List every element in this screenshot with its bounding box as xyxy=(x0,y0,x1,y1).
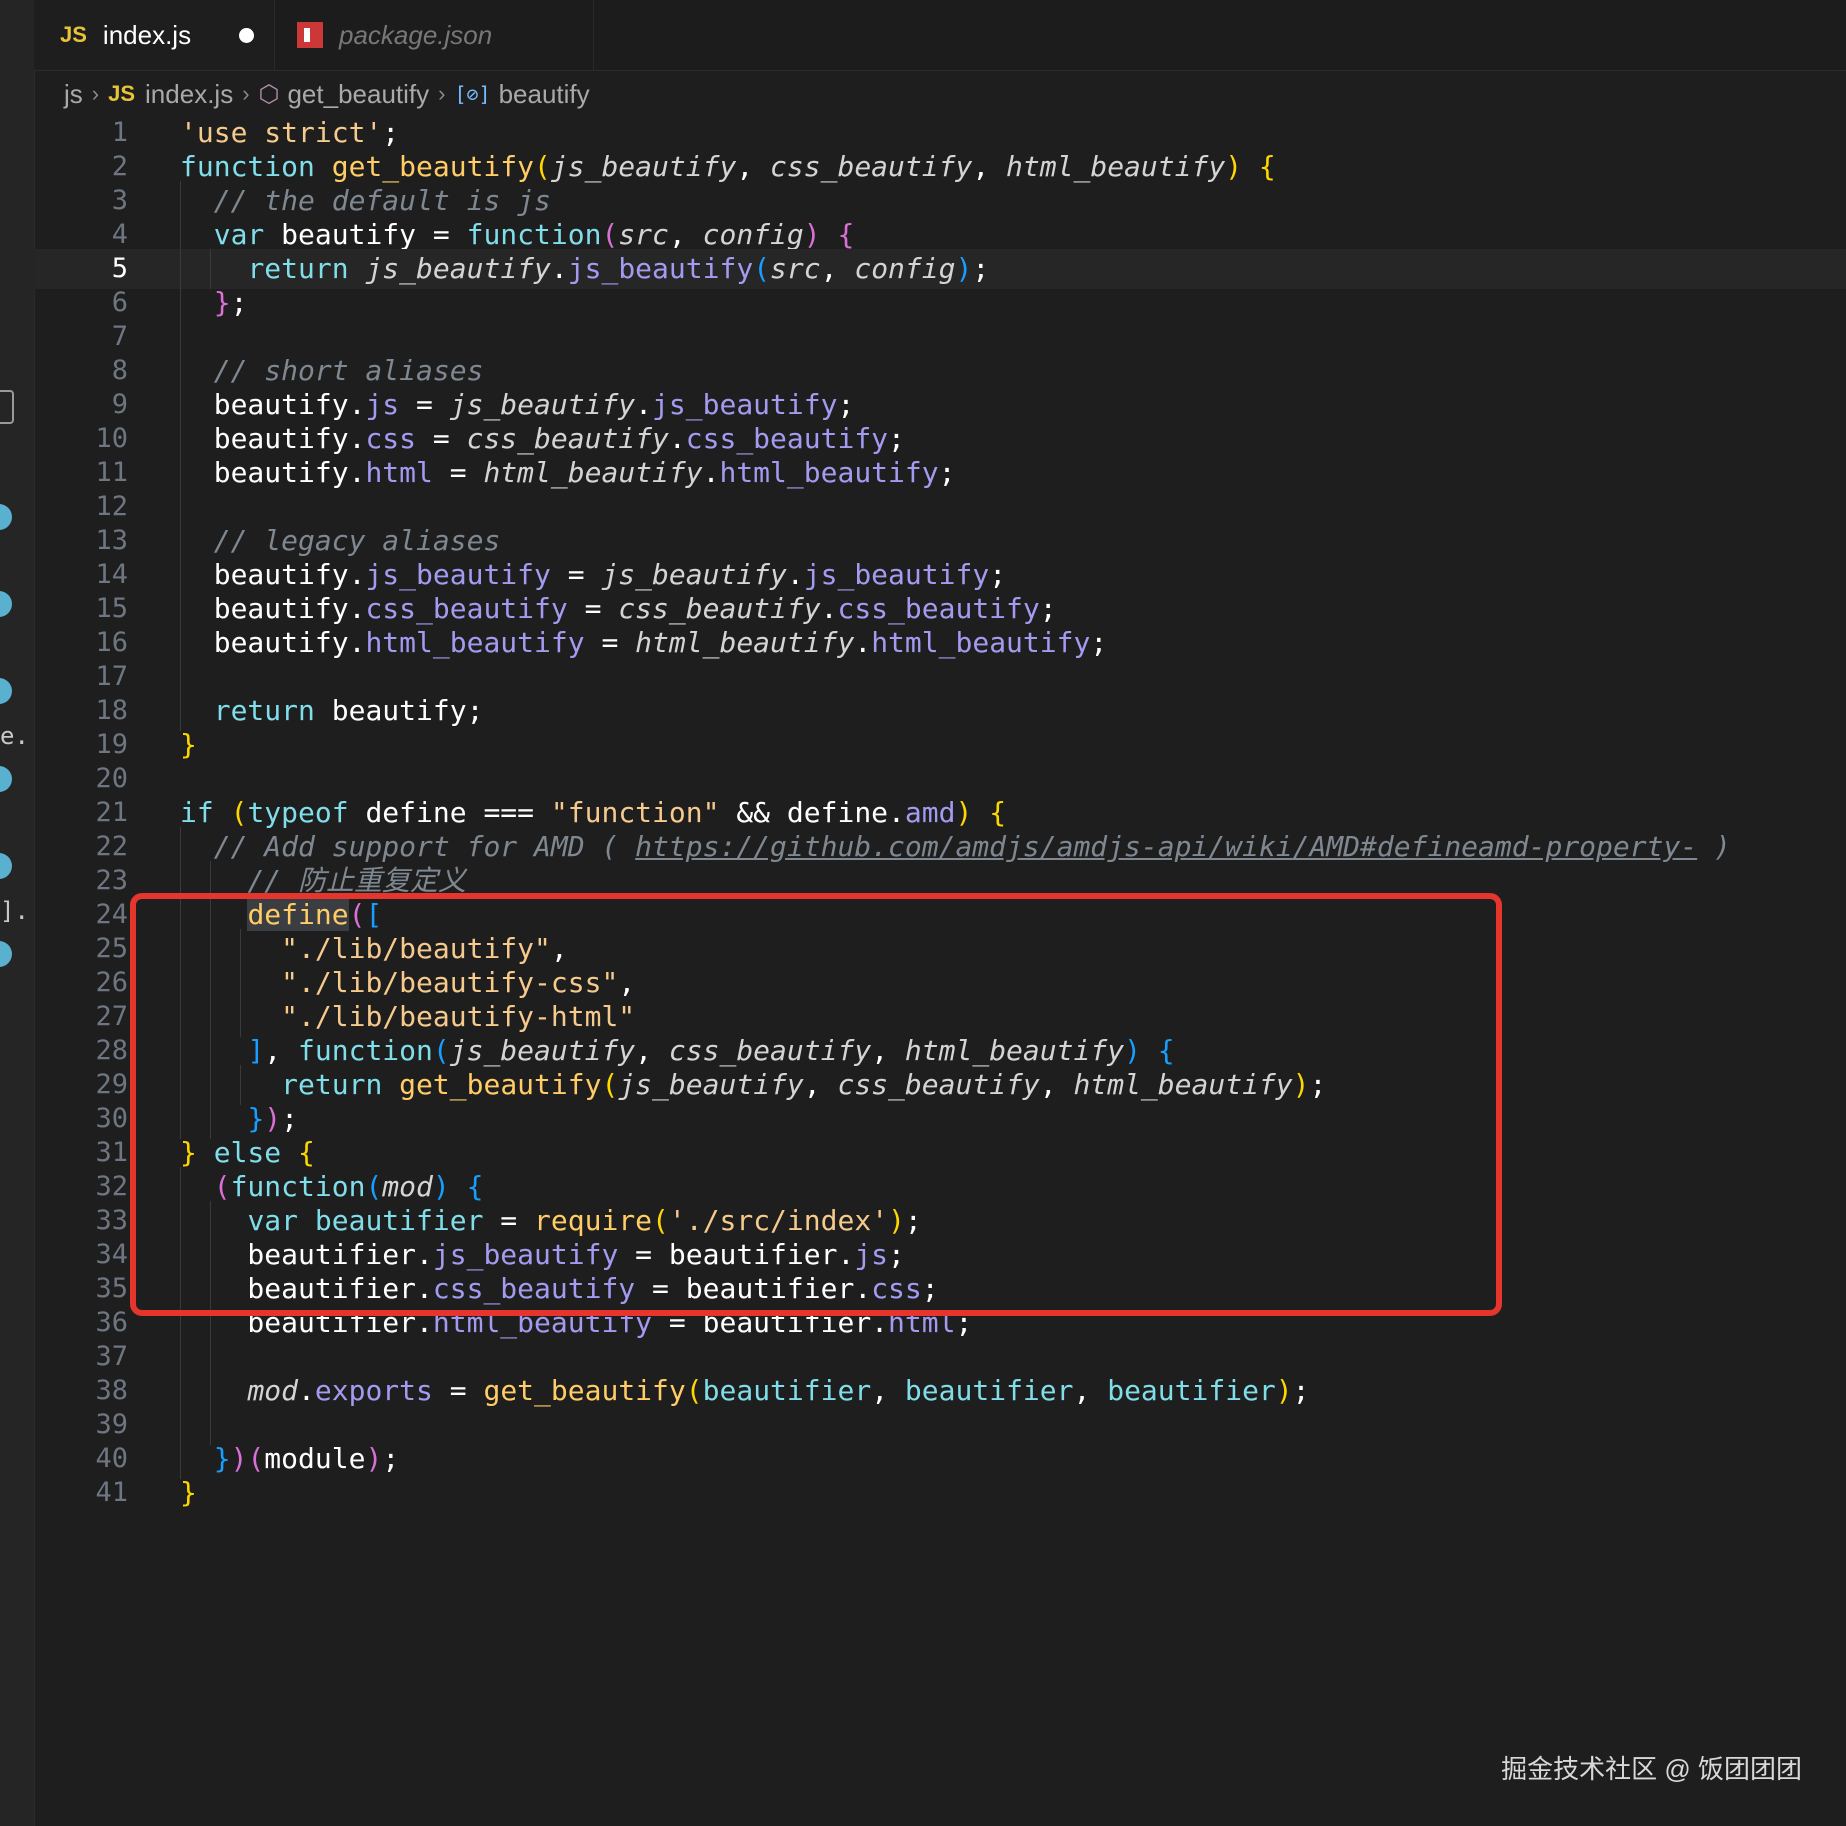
watermark: 掘金技术社区 @ 饭团团团 xyxy=(1501,1754,1802,1784)
javascript-file-icon: JS xyxy=(60,22,87,47)
variable-icon: [⊘] xyxy=(454,82,491,106)
explorer-icon[interactable] xyxy=(0,390,14,424)
npm-icon xyxy=(297,22,323,48)
code-text: } xyxy=(180,1476,197,1509)
sidebar-truncated-label: ]... xyxy=(0,897,34,925)
sidebar-node-icon[interactable] xyxy=(0,678,12,704)
function-cube-icon: ⬡ xyxy=(258,80,280,108)
breadcrumb-function[interactable]: get_beautify xyxy=(287,79,429,110)
javascript-file-icon: JS xyxy=(108,81,136,106)
sidebar-node-icon[interactable] xyxy=(0,766,12,792)
activity-bar: e... ]... xyxy=(0,0,35,1826)
unsaved-dot-icon[interactable] xyxy=(239,28,254,43)
sidebar-truncated-label: e... xyxy=(0,722,34,750)
breadcrumb-file[interactable]: index.js xyxy=(145,79,233,110)
sidebar-node-icon[interactable] xyxy=(0,853,12,879)
tab-label: index.js xyxy=(102,19,192,50)
sidebar-node-icon[interactable] xyxy=(0,591,12,617)
tab-package-json[interactable]: package.json xyxy=(274,0,594,70)
sidebar-node-icon[interactable] xyxy=(0,941,12,967)
chevron-right-icon: › xyxy=(438,81,446,106)
code-line[interactable]: 41} xyxy=(34,1473,1846,1513)
line-number: 41 xyxy=(95,1477,128,1508)
chevron-right-icon: › xyxy=(91,81,100,106)
breadcrumb-folder[interactable]: js xyxy=(64,79,83,110)
highlight-box xyxy=(130,893,1502,1316)
tab-index-js[interactable]: JS index.js xyxy=(34,0,274,70)
chevron-right-icon: › xyxy=(242,81,250,106)
breadcrumb-variable[interactable]: beautify xyxy=(499,79,590,110)
tab-bar: JS index.js package.json xyxy=(34,0,1846,71)
tab-label: package.json xyxy=(339,19,493,50)
breadcrumb: js › JS index.js › ⬡ get_beautify › [⊘] … xyxy=(64,74,590,114)
sidebar-node-icon[interactable] xyxy=(0,504,12,530)
